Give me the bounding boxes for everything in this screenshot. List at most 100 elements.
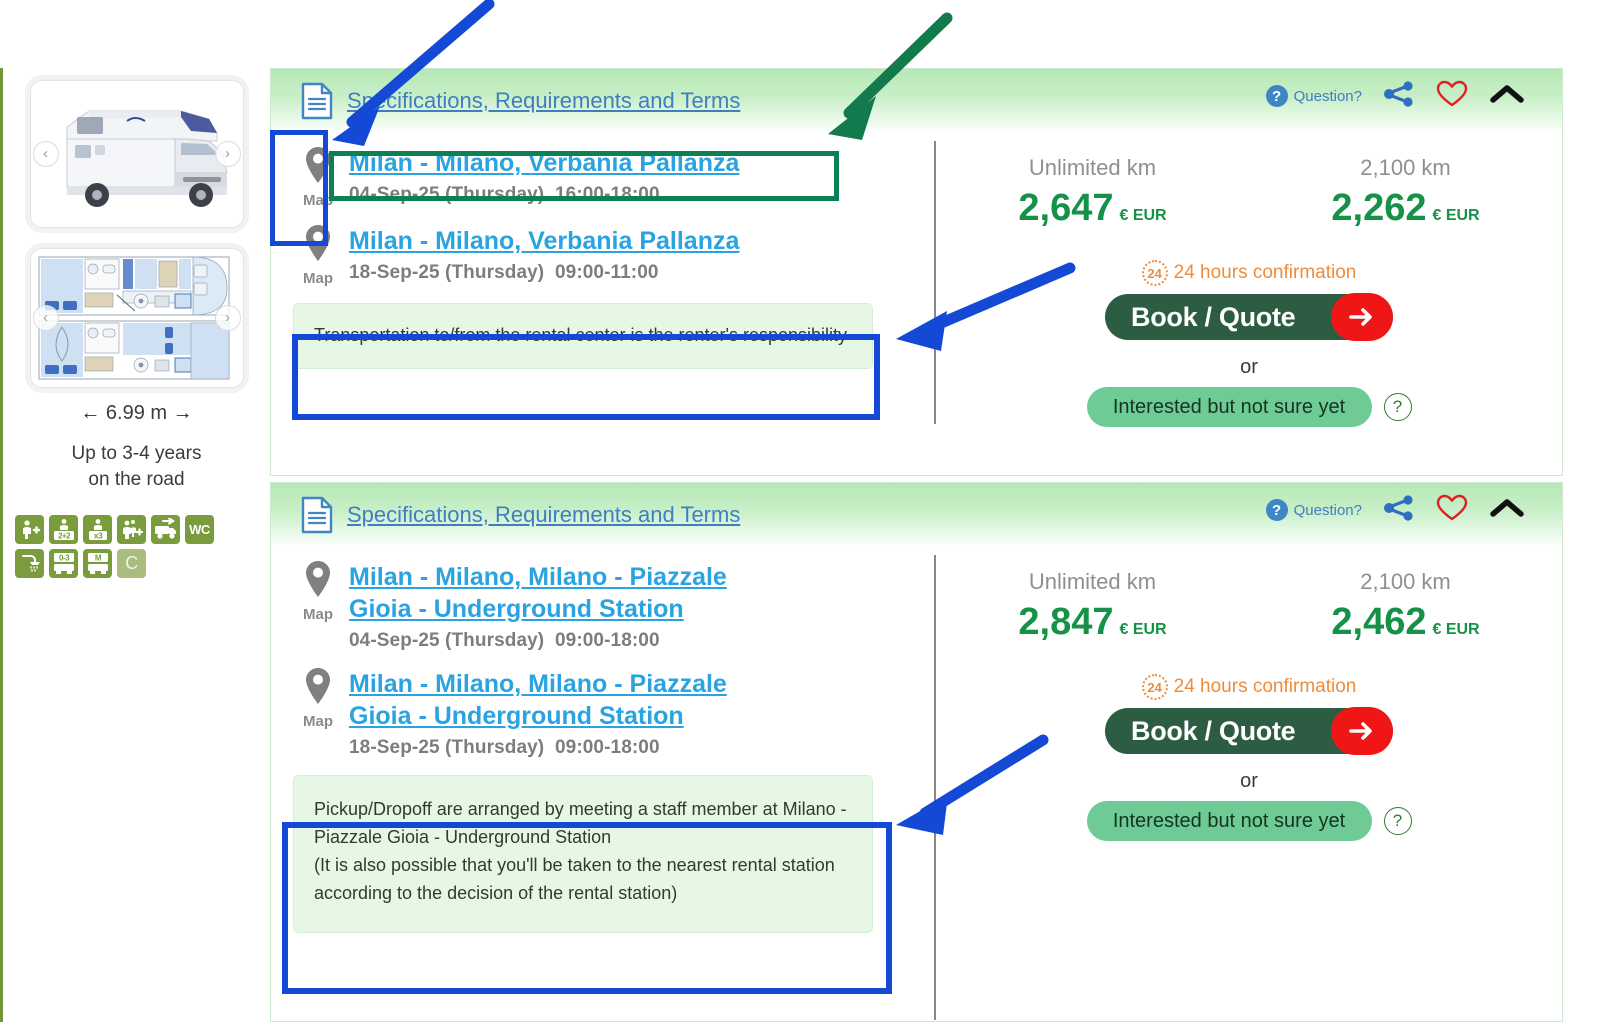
question-mark-icon: ? [1265,499,1288,521]
pickup-date: 04-Sep-25 (Thursday) [349,630,545,651]
cta-block: 24 24 hours confirmation Book / Quote or… [936,674,1562,841]
question-button[interactable]: ? Question? [1265,499,1362,521]
confirmation-text: 24 hours confirmation [1173,676,1357,697]
arrow-right-icon [1331,707,1393,755]
share-icon[interactable] [1384,494,1414,526]
dropoff-location-link[interactable]: Milan - Milano, Verbania Pallanza [349,225,739,257]
note-line-4: according to the decision of the rental … [314,882,678,903]
pricing-column: Unlimited km 2,647 € EUR 2,100 km 2,262 € … [936,133,1562,427]
pickup-location-link[interactable]: Milan - Milano, Verbania Pallanza [349,147,739,179]
age-0-3-icon[interactable]: 0-3 [49,549,78,579]
interested-help-icon[interactable]: ? [1383,807,1412,835]
map-label: Map [303,713,333,730]
price-row: Unlimited km 2,647 € EUR 2,100 km 2,262 € … [936,155,1562,230]
dropoff-location-link-line2[interactable]: Gioia - Underground Station [349,700,727,732]
floorplan-next-button[interactable]: › [214,305,241,331]
price-amount: 2,262 [1331,187,1427,229]
photo-next-button[interactable]: › [214,141,241,167]
km-label: Unlimited km [1028,155,1157,180]
specifications-link[interactable]: Specifications, Requirements and Terms [347,502,740,528]
age-line-1: Up to 3-4 years [71,443,202,464]
dropoff-location-link-line1[interactable]: Milan - Milano, Milano - Piazzale [349,668,727,700]
floorplan-carousel[interactable]: ‹ › [29,248,244,388]
wc-icon[interactable]: WC [185,515,214,545]
interested-help-icon[interactable]: ? [1383,393,1412,421]
manual-transmission-icon[interactable]: M [83,549,112,579]
category-c-label: C [125,553,138,574]
document-icon [301,82,333,120]
map-label: Map [303,606,333,623]
chevron-up-icon[interactable] [1490,497,1524,524]
vehicle-sidebar: ‹ › ‹ › ← 6.99 m → Up to 3-4 years on th… [0,68,270,1022]
feature-icon-list: 2+2 x3 WC 0-3 M C [15,515,245,579]
confirmation-note: 24 24 hours confirmation [1141,260,1356,286]
interest-row: Interested but not sure yet ? [936,801,1562,841]
interested-button[interactable]: Interested but not sure yet [1086,801,1372,841]
card-header: Specifications, Requirements and Terms ?… [271,69,1562,133]
vehicle-photo [30,81,243,227]
pickup-dropoff-note: Pickup/Dropoff are arranged by meeting a… [293,775,873,933]
price-option-limited: 2,100 km 2,262 € EUR [1249,155,1562,230]
pickup-location-link-line2[interactable]: Gioia - Underground Station [349,593,727,625]
price-currency: € EUR [1119,621,1167,638]
floorplan-image [30,249,243,387]
map-pin-icon [303,223,333,268]
dropoff-date: 18-Sep-25 (Thursday) [349,262,545,283]
chevron-up-icon[interactable] [1490,83,1524,110]
family-plus-icon[interactable] [117,515,146,545]
itinerary-column: Map Milan - Milano, Verbania Pallanza 04… [271,133,936,427]
pickup-location-link-line1[interactable]: Milan - Milano, Milano - Piazzale [349,561,727,593]
dropoff-details: Milan - Milano, Verbania Pallanza 18-Sep… [349,223,739,284]
dropoff-date: 18-Sep-25 (Thursday) [349,737,545,758]
dropoff-row: Map Milan - Milano, Milano - Piazzale Gi… [271,666,936,759]
category-c-icon[interactable]: C [117,549,146,579]
arrow-right-icon [1331,293,1393,341]
book-quote-label: Book / Quote [1131,715,1296,746]
berths-2plus2-icon[interactable]: 2+2 [49,515,78,545]
card-body: Map Milan - Milano, Verbania Pallanza 04… [271,133,1562,427]
shower-icon[interactable] [15,549,44,579]
dropoff-time: 09:00-18:00 [555,737,660,758]
book-quote-button[interactable]: Book / Quote [1105,707,1393,755]
vehicle-photo-carousel[interactable]: ‹ › [29,80,244,228]
wc-label: WC [189,522,210,538]
length-right-arrow-icon: → [172,402,193,424]
itinerary-column: Map Milan - Milano, Milano - Piazzale Gi… [271,547,936,933]
note-line-1: Pickup/Dropoff are arranged by meeting a… [314,799,847,819]
map-pin-icon [303,559,333,604]
specifications-link[interactable]: Specifications, Requirements and Terms [347,88,740,114]
map-label: Map [303,192,333,209]
dropoff-row: Map Milan - Milano, Verbania Pallanza 18… [271,223,936,287]
svg-text:x3: x3 [93,530,102,540]
pickup-details: Milan - Milano, Milano - Piazzale Gioia … [349,559,727,652]
or-separator: or [1240,770,1258,792]
dropoff-map-link[interactable]: Map [287,666,349,730]
price-row: Unlimited km 2,847 € EUR 2,100 km 2,462 € … [936,569,1562,644]
interested-button[interactable]: Interested but not sure yet [1086,387,1372,427]
question-label: Question? [1293,501,1362,519]
book-quote-button[interactable]: Book / Quote [1105,293,1393,341]
confirmation-note: 24 24 hours confirmation [1141,674,1357,700]
heart-icon[interactable] [1436,494,1468,527]
km-label: Unlimited km [1028,569,1157,594]
seats-x3-icon[interactable]: x3 [83,515,112,545]
floorplan-prev-button[interactable]: ‹ [32,305,59,331]
pickup-map-link[interactable]: Map [287,559,349,623]
transfer-vehicle-icon[interactable] [151,515,180,545]
pickup-date: 04-Sep-25 (Thursday) [349,184,545,205]
share-icon[interactable] [1384,80,1414,112]
clock-24-icon: 24 [1141,674,1168,700]
heart-icon[interactable] [1436,80,1468,113]
pickup-map-link[interactable]: Map [287,145,349,209]
child-seat-plus-icon[interactable] [15,515,44,545]
photo-prev-button[interactable]: ‹ [32,141,59,167]
price-option-limited: 2,100 km 2,462 € EUR [1249,569,1562,644]
interest-row: Interested but not sure yet ? [936,387,1562,427]
question-button[interactable]: ? Question? [1265,85,1362,107]
price-currency: € EUR [1432,621,1480,638]
document-icon [301,496,333,534]
dropoff-map-link[interactable]: Map [287,223,349,287]
pickup-row: Map Milan - Milano, Verbania Pallanza 04… [271,145,936,209]
km-label: 2,100 km [1360,569,1451,594]
dropoff-details: Milan - Milano, Milano - Piazzale Gioia … [349,666,727,759]
